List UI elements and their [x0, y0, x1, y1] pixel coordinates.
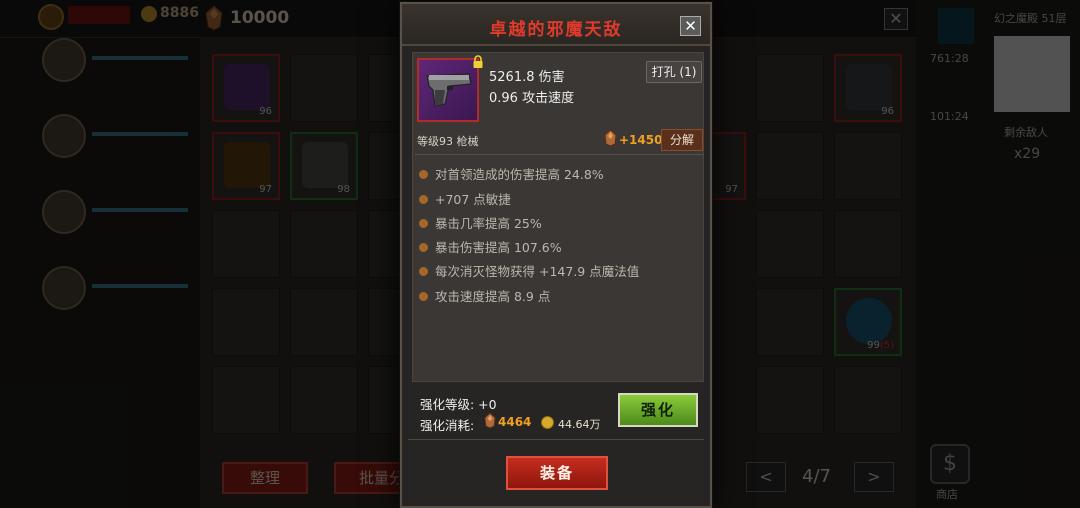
item-level-type: 等级93 枪械: [417, 135, 479, 148]
bullet-icon: [419, 195, 428, 204]
ore-icon: [604, 129, 617, 147]
divider: [415, 154, 703, 155]
next-page-button[interactable]: >: [854, 462, 894, 492]
damage-stat: 5261.8 伤害: [489, 70, 565, 85]
inventory-slot[interactable]: [756, 288, 824, 356]
enhance-ore-cost: 4464: [498, 415, 532, 429]
ore-icon: [484, 412, 496, 429]
bullet-icon: [419, 170, 428, 179]
item-level: 99(5): [867, 340, 894, 351]
inventory-slot[interactable]: [756, 210, 824, 278]
prev-page-button[interactable]: <: [746, 462, 786, 492]
attribute-line: 暴击伤害提高 107.6%: [419, 237, 562, 256]
enhance-button[interactable]: 强化: [618, 393, 698, 427]
inventory-slot[interactable]: [290, 288, 358, 356]
rank-badge-icon: [38, 4, 64, 30]
inventory-slot[interactable]: [756, 132, 824, 200]
item-level: 97: [259, 184, 272, 195]
item-level: 97: [725, 184, 738, 195]
item-level: 98: [337, 184, 350, 195]
inventory-slot[interactable]: [834, 366, 902, 434]
item-thumbnail: [417, 58, 479, 122]
timer-1: 761:28: [930, 52, 969, 65]
inventory-close-button[interactable]: ✕: [884, 8, 908, 30]
inventory-slot[interactable]: [290, 54, 358, 122]
attribute-line: 对首领造成的伤害提高 24.8%: [419, 164, 604, 183]
gold-count: 8886: [160, 5, 199, 21]
inventory-slot[interactable]: [756, 366, 824, 434]
decompose-button[interactable]: 分解: [661, 129, 703, 151]
red-tag: [68, 6, 130, 24]
inventory-slot[interactable]: 98: [290, 132, 358, 200]
item-icon: [846, 298, 892, 344]
enhance-gold-cost: 44.64万: [558, 418, 601, 431]
shop-button[interactable]: $: [930, 444, 970, 484]
close-dialog-button[interactable]: ✕: [680, 16, 701, 36]
remaining-enemies-count: x29: [1014, 146, 1041, 162]
inventory-slot[interactable]: 96: [834, 54, 902, 122]
inventory-slot[interactable]: [212, 366, 280, 434]
hero-hp-bar: [92, 208, 188, 212]
item-detail-dialog: 卓越的邪魔天敌 ✕ 5261.8 伤害 0.96 攻击速度 打孔 (1) 等级9…: [400, 2, 712, 508]
bullet-icon: [419, 267, 428, 276]
equip-button[interactable]: 装备: [506, 456, 608, 490]
qr-pattern-icon: [994, 36, 1070, 112]
inventory-slot[interactable]: 99(5): [834, 288, 902, 356]
inventory-slot[interactable]: [212, 210, 280, 278]
lock-icon[interactable]: [472, 55, 484, 69]
dialog-header: 卓越的邪魔天敌 ✕: [402, 4, 710, 46]
hero-avatar[interactable]: [42, 266, 86, 310]
attribute-line: 暴击几率提高 25%: [419, 213, 542, 232]
attribute-line: +707 点敏捷: [419, 189, 511, 208]
inventory-slot[interactable]: [756, 54, 824, 122]
item-level: 96: [259, 106, 272, 117]
inventory-slot[interactable]: [212, 288, 280, 356]
inventory-slot[interactable]: 97: [212, 132, 280, 200]
divider: [408, 439, 704, 440]
inventory-slot[interactable]: [834, 132, 902, 200]
shop-label: 商店: [936, 488, 958, 501]
bullet-icon: [419, 219, 428, 228]
decompose-reward: +1450: [619, 133, 663, 147]
gold-coin-icon: [541, 416, 554, 429]
hero-avatar[interactable]: [42, 38, 86, 82]
dungeon-label: 幻之魔殿 51层: [994, 12, 1067, 25]
attack-speed-stat: 0.96 攻击速度: [489, 91, 575, 106]
inventory-slot[interactable]: 96: [212, 54, 280, 122]
timer-2: 101:24: [930, 110, 969, 123]
hero-list: [0, 38, 200, 508]
inventory-slot[interactable]: [290, 210, 358, 278]
attribute-line: 每次消灭怪物获得 +147.9 点魔法值: [419, 261, 639, 280]
ore-icon: [205, 5, 223, 31]
item-name-title: 卓越的邪魔天敌: [489, 20, 623, 40]
hero-hp-bar: [92, 284, 188, 288]
hero-hp-bar: [92, 132, 188, 136]
item-level: 96: [881, 106, 894, 117]
item-icon: [302, 142, 348, 188]
socket-button[interactable]: 打孔 (1): [646, 61, 702, 83]
item-icon: [846, 64, 892, 110]
hero-hp-bar: [92, 56, 188, 60]
pistol-icon: [426, 73, 472, 107]
item-icon: [224, 142, 270, 188]
enhance-cost-label: 强化消耗:: [420, 418, 475, 433]
ore-count: 10000: [230, 8, 290, 28]
bullet-icon: [419, 292, 428, 301]
attribute-line: 攻击速度提高 8.9 点: [419, 286, 550, 305]
inventory-slot[interactable]: [290, 366, 358, 434]
remaining-enemies-label: 剩余敌人: [1004, 126, 1048, 139]
item-info-card: 5261.8 伤害 0.96 攻击速度 打孔 (1) 等级93 枪械 +1450…: [412, 52, 704, 382]
inventory-slot[interactable]: [834, 210, 902, 278]
gold-coin-icon: [141, 6, 157, 22]
dollar-icon: $: [943, 451, 957, 476]
item-icon: [224, 64, 270, 110]
hero-avatar[interactable]: [42, 190, 86, 234]
enhance-level: 强化等级: +0: [420, 397, 497, 412]
sort-button[interactable]: 整理: [222, 462, 308, 494]
hero-avatar[interactable]: [42, 114, 86, 158]
status-icon: [938, 8, 974, 44]
bullet-icon: [419, 243, 428, 252]
page-indicator: 4/7: [802, 466, 831, 487]
